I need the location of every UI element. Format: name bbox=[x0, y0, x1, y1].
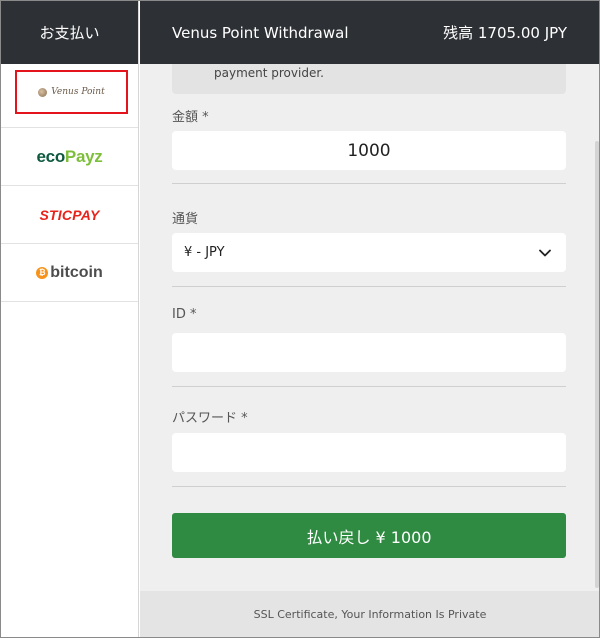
payment-window: お支払い Venus Point ecoPayz STICPAY ₿ bitco… bbox=[0, 0, 600, 638]
withdrawal-form: payment provider. 金額 * 1000 通貨 ¥ - JPY I… bbox=[140, 64, 599, 591]
venus-point-icon bbox=[38, 87, 48, 97]
ecopayz-logo-payz: Payz bbox=[64, 146, 103, 166]
amount-input[interactable]: 1000 bbox=[172, 131, 566, 170]
withdraw-submit-button[interactable]: 払い戻し ¥ 1000 bbox=[172, 513, 566, 558]
bitcoin-logo-text: bitcoin bbox=[50, 263, 103, 281]
provider-notice-text: payment provider. bbox=[214, 66, 324, 80]
provider-notice: payment provider. bbox=[172, 64, 566, 94]
divider bbox=[172, 386, 566, 387]
form-scrollbar[interactable] bbox=[595, 141, 599, 588]
password-input[interactable] bbox=[172, 433, 566, 472]
payment-method-sticpay[interactable]: STICPAY bbox=[1, 186, 138, 244]
payment-method-venus-point-wrap: Venus Point bbox=[1, 70, 138, 128]
currency-select[interactable]: ¥ - JPY bbox=[172, 233, 566, 272]
payment-method-bitcoin[interactable]: ₿ bitcoin bbox=[1, 244, 138, 302]
currency-select-value: ¥ - JPY bbox=[184, 245, 225, 260]
ssl-footer: SSL Certificate, Your Information Is Pri… bbox=[140, 591, 599, 637]
withdrawal-header: Venus Point Withdrawal 残高 1705.00 JPY bbox=[140, 1, 599, 64]
payment-method-ecopayz[interactable]: ecoPayz bbox=[1, 128, 138, 186]
divider bbox=[172, 183, 566, 184]
id-label: ID * bbox=[172, 307, 197, 322]
balance-display: 残高 1705.00 JPY bbox=[443, 24, 567, 42]
bitcoin-logo: ₿ bitcoin bbox=[36, 263, 103, 282]
ecopayz-logo: ecoPayz bbox=[37, 147, 103, 167]
payment-methods-sidebar: お支払い Venus Point ecoPayz STICPAY ₿ bitco… bbox=[1, 1, 139, 637]
currency-label: 通貨 bbox=[172, 212, 199, 227]
divider bbox=[172, 286, 566, 287]
payment-method-venus-point[interactable]: Venus Point bbox=[15, 70, 128, 114]
withdrawal-panel: Venus Point Withdrawal 残高 1705.00 JPY pa… bbox=[140, 1, 599, 637]
ecopayz-logo-eco: eco bbox=[36, 146, 66, 166]
bitcoin-icon: ₿ bbox=[36, 266, 49, 279]
sidebar-title: お支払い bbox=[1, 1, 138, 64]
page-title: Venus Point Withdrawal bbox=[172, 23, 349, 42]
divider bbox=[172, 486, 566, 487]
venus-point-logo: Venus Point bbox=[38, 87, 105, 97]
chevron-down-icon bbox=[539, 249, 551, 256]
amount-label: 金額 * bbox=[172, 110, 209, 125]
id-input[interactable] bbox=[172, 333, 566, 372]
venus-point-logo-text: Venus Point bbox=[51, 87, 105, 97]
sticpay-logo: STICPAY bbox=[39, 206, 100, 223]
password-label: パスワード * bbox=[172, 411, 248, 426]
